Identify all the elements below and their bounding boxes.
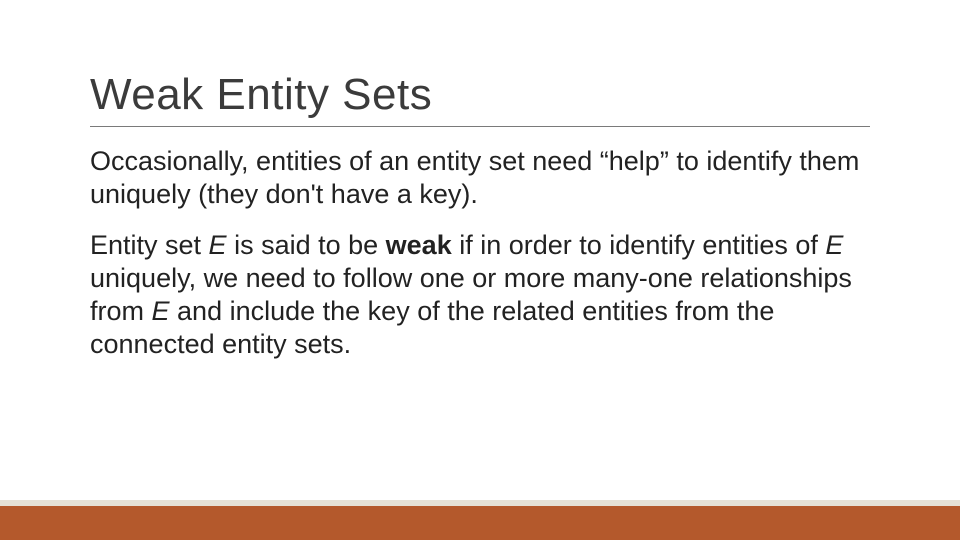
p2-e1: E — [209, 230, 227, 260]
paragraph-2: Entity set E is said to be weak if in or… — [90, 229, 870, 361]
p2-pre: Entity set — [90, 230, 209, 260]
p2-weak: weak — [386, 230, 452, 260]
p2-mid2: if in order to identify entities of — [452, 230, 826, 260]
p2-mid1: is said to be — [227, 230, 386, 260]
body-text: Occasionally, entities of an entity set … — [90, 145, 870, 361]
paragraph-1: Occasionally, entities of an entity set … — [90, 145, 870, 211]
p2-post: and include the key of the related entit… — [90, 296, 774, 359]
slide: Weak Entity Sets Occasionally, entities … — [0, 0, 960, 540]
title-rule — [90, 126, 870, 127]
footer-accent-bar — [0, 506, 960, 540]
slide-content: Weak Entity Sets Occasionally, entities … — [90, 70, 870, 379]
p2-e2: E — [825, 230, 843, 260]
p2-e3: E — [152, 296, 170, 326]
slide-title: Weak Entity Sets — [90, 70, 870, 120]
